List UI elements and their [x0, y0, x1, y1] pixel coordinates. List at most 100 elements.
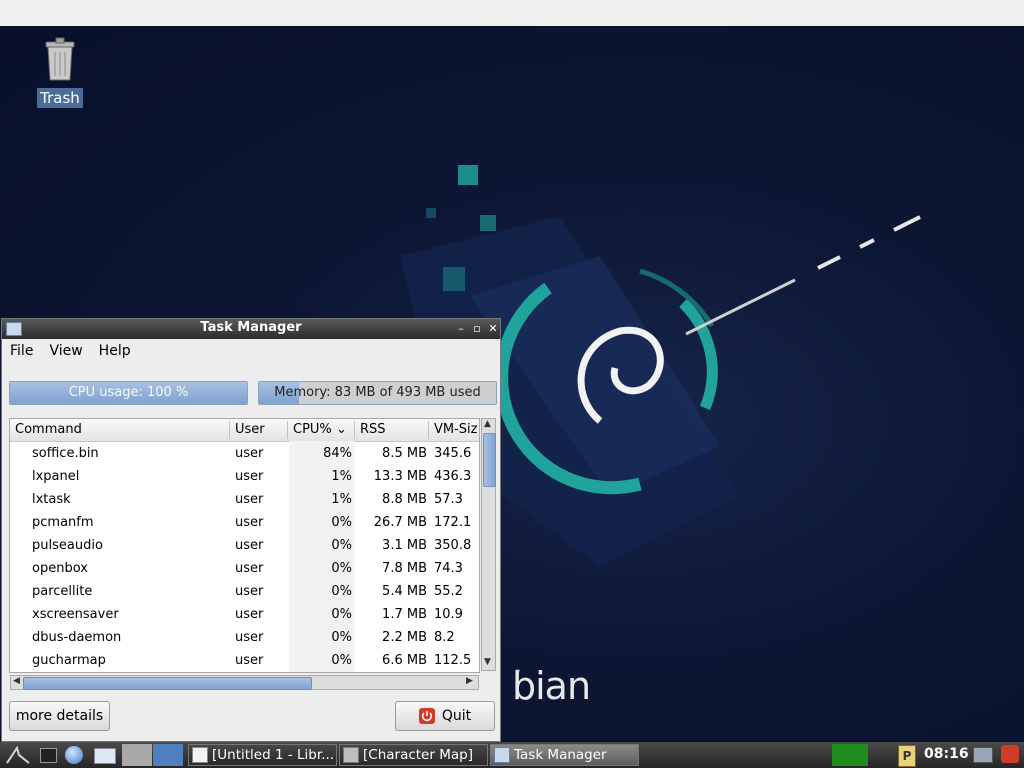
process-command: soffice.bin	[32, 446, 99, 461]
memory-usage-bar: Memory: 83 MB of 493 MB used	[258, 381, 497, 405]
column-header-cpu-label: CPU%	[293, 422, 332, 437]
menu-help[interactable]: Help	[99, 343, 131, 359]
desktop-pager-2[interactable]	[153, 744, 183, 766]
process-cpu: 84%	[323, 446, 352, 461]
file-manager-icon[interactable]	[94, 748, 116, 764]
table-row[interactable]: gucharmap user 0% 6.6 MB 112.5	[10, 649, 479, 672]
table-row[interactable]: lxtask user 1% 8.8 MB 57.3	[10, 488, 479, 511]
table-row[interactable]: soffice.bin user 84% 8.5 MB 345.6	[10, 442, 479, 465]
column-header-command[interactable]: Command	[15, 422, 82, 437]
menu-view[interactable]: View	[49, 343, 82, 359]
process-command: lxpanel	[32, 469, 80, 484]
table-row[interactable]: dbus-daemon user 0% 2.2 MB 8.2	[10, 626, 479, 649]
clock[interactable]: 08:16	[924, 746, 969, 762]
menu-file[interactable]: File	[10, 343, 33, 359]
memory-usage-label: Memory: 83 MB of 493 MB used	[274, 385, 481, 400]
process-user: user	[235, 515, 264, 530]
clipboard-manager-icon[interactable]: P	[898, 745, 916, 767]
table-row[interactable]: parcellite user 0% 5.4 MB 55.2	[10, 580, 479, 603]
process-cpu: 0%	[331, 515, 352, 530]
process-rss: 5.4 MB	[382, 584, 427, 599]
taskbar-item-libreoffice-label: [Untitled 1 - Libr...	[212, 747, 335, 763]
process-vmsize: 112.5	[434, 653, 472, 668]
taskbar-item-task-manager[interactable]: Task Manager	[490, 744, 639, 766]
scroll-up-icon[interactable]: ▲	[484, 419, 491, 429]
process-vmsize: 8.2	[434, 630, 455, 645]
table-row[interactable]: openbox user 0% 7.8 MB 74.3	[10, 557, 479, 580]
horizontal-scrollbar[interactable]: ◀ ▶	[10, 675, 479, 690]
process-vmsize: 55.2	[434, 584, 463, 599]
process-user: user	[235, 630, 264, 645]
scroll-left-icon[interactable]: ◀	[13, 676, 20, 686]
vertical-scroll-thumb[interactable]	[483, 433, 496, 487]
task-manager-icon	[494, 747, 510, 763]
horizontal-scroll-thumb[interactable]	[23, 677, 312, 690]
trash-desktop-icon[interactable]: Trash	[34, 36, 86, 108]
process-vmsize: 345.6	[434, 446, 472, 461]
maximize-icon[interactable]: ▫	[470, 321, 484, 336]
process-rss: 8.5 MB	[382, 446, 427, 461]
quit-button[interactable]: Quit	[395, 701, 495, 731]
logout-power-icon[interactable]	[1001, 745, 1019, 763]
process-table: Command User CPU% ⌄ RSS VM-Siz soffice.b…	[9, 418, 480, 673]
scroll-down-icon[interactable]: ▼	[484, 657, 491, 667]
power-icon	[418, 708, 435, 724]
web-browser-icon[interactable]	[65, 746, 83, 764]
process-command: dbus-daemon	[32, 630, 122, 645]
more-details-button[interactable]: more details	[9, 701, 110, 731]
top-panel	[0, 0, 1024, 27]
process-rss: 3.1 MB	[382, 538, 427, 553]
process-cpu: 0%	[331, 538, 352, 553]
taskbar-item-task-manager-label: Task Manager	[514, 747, 607, 763]
network-icon[interactable]	[973, 747, 993, 763]
process-vmsize: 350.8	[434, 538, 472, 553]
column-header-rss[interactable]: RSS	[360, 422, 386, 437]
process-cpu: 1%	[331, 492, 352, 507]
task-manager-window: Task Manager – ▫ ✕ File View Help CPU us…	[1, 318, 501, 742]
process-user: user	[235, 653, 264, 668]
close-icon[interactable]: ✕	[486, 321, 500, 336]
vertical-scrollbar[interactable]: ▲ ▼	[481, 418, 496, 671]
process-vmsize: 57.3	[434, 492, 463, 507]
taskbar: [Untitled 1 - Libr... [Character Map] Ta…	[0, 742, 1024, 768]
process-user: user	[235, 561, 264, 576]
process-cpu: 0%	[331, 607, 352, 622]
window-titlebar[interactable]: Task Manager – ▫ ✕	[2, 319, 500, 339]
scroll-right-icon[interactable]: ▶	[466, 676, 473, 686]
process-cpu: 1%	[331, 469, 352, 484]
process-user: user	[235, 492, 264, 507]
process-vmsize: 10.9	[434, 607, 463, 622]
cpu-monitor-applet[interactable]	[832, 744, 868, 766]
column-header-cpu[interactable]: CPU% ⌄	[293, 422, 347, 437]
process-vmsize: 436.3	[434, 469, 472, 484]
taskbar-item-character-map[interactable]: [Character Map]	[339, 744, 488, 766]
desktop-pager-1[interactable]	[122, 744, 152, 766]
column-header-user[interactable]: User	[235, 422, 265, 437]
document-icon	[192, 747, 208, 763]
cpu-usage-bar: CPU usage: 100 %	[9, 381, 248, 405]
process-cpu: 0%	[331, 630, 352, 645]
trash-icon	[45, 37, 75, 81]
process-rss: 2.2 MB	[382, 630, 427, 645]
table-row[interactable]: pulseaudio user 0% 3.1 MB 350.8	[10, 534, 479, 557]
table-row[interactable]: xscreensaver user 0% 1.7 MB 10.9	[10, 603, 479, 626]
process-command: pcmanfm	[32, 515, 94, 530]
process-cpu: 0%	[331, 584, 352, 599]
minimize-icon[interactable]: –	[454, 321, 468, 336]
process-user: user	[235, 538, 264, 553]
lxde-menu-icon[interactable]	[5, 745, 31, 765]
column-header-vmsize[interactable]: VM-Siz	[434, 422, 478, 437]
process-cpu: 0%	[331, 653, 352, 668]
table-row[interactable]: lxpanel user 1% 13.3 MB 436.3	[10, 465, 479, 488]
taskbar-item-libreoffice[interactable]: [Untitled 1 - Libr...	[188, 744, 337, 766]
process-user: user	[235, 607, 264, 622]
table-row[interactable]: pcmanfm user 0% 26.7 MB 172.1	[10, 511, 479, 534]
process-command: xscreensaver	[32, 607, 119, 622]
process-rows: soffice.bin user 84% 8.5 MB 345.6 lxpanel user…	[10, 442, 479, 672]
window-title: Task Manager	[200, 320, 302, 335]
process-cpu: 0%	[331, 561, 352, 576]
process-command: lxtask	[32, 492, 71, 507]
cpu-usage-label: CPU usage: 100 %	[68, 385, 189, 400]
process-rss: 7.8 MB	[382, 561, 427, 576]
terminal-icon[interactable]	[40, 748, 57, 763]
